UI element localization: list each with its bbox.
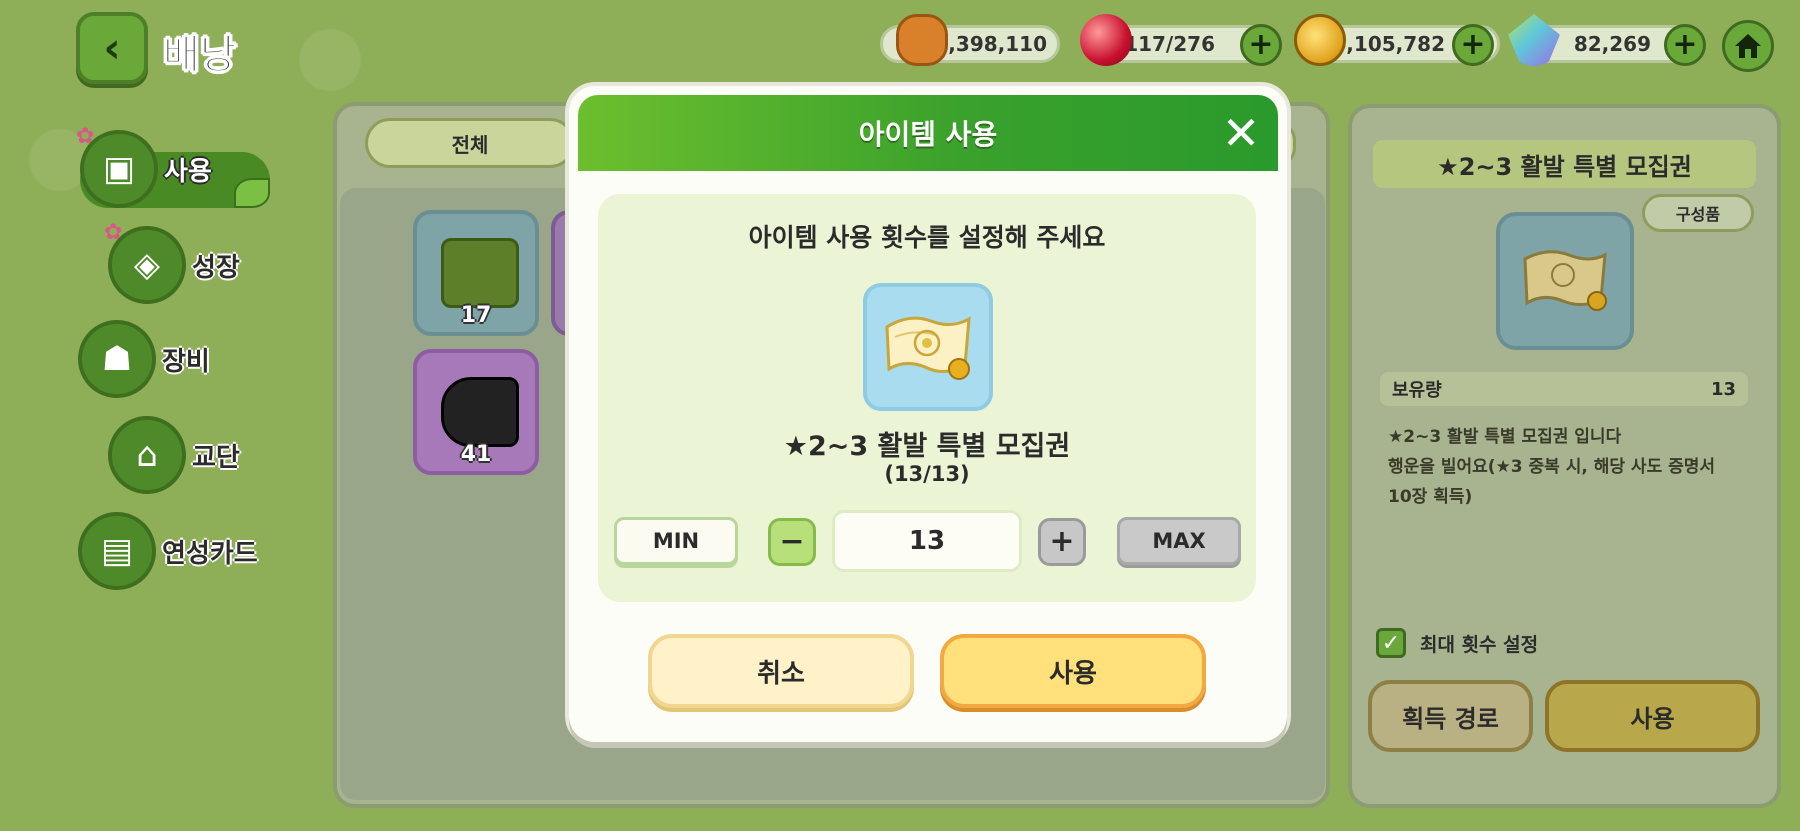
detail-use-button[interactable]: 사용 xyxy=(1545,680,1760,752)
cookie-icon xyxy=(896,14,948,66)
film-roll-icon xyxy=(441,377,519,447)
sidebar-item-temple[interactable]: ⌂ 교단 xyxy=(108,416,240,494)
sidebar-item-label: 사용 xyxy=(164,156,212,187)
crystal-plus-button[interactable]: + xyxy=(1664,24,1706,66)
flower-badge-icon: ✿ xyxy=(76,124,95,149)
chevron-left-icon: ‹ xyxy=(103,23,121,72)
sidebar-item-label: 장비 xyxy=(162,346,210,377)
quantity-label: 보유량 xyxy=(1392,380,1442,401)
equipment-icon: ☗ xyxy=(78,320,156,398)
description-line: 행운을 빌어요(★3 중복 시, 해당 사도 증명서 xyxy=(1388,457,1716,477)
gold-coin-icon xyxy=(1294,14,1346,66)
detail-item-image xyxy=(1496,212,1634,350)
acquisition-path-button[interactable]: 획득 경로 xyxy=(1368,680,1533,752)
description-line: 10장 획득) xyxy=(1388,487,1473,507)
coin-currency-value: 6,105,782 xyxy=(1332,32,1445,56)
max-count-checkbox[interactable]: ✓ 최대 횟수 설정 xyxy=(1376,628,1538,658)
max-button[interactable]: MAX xyxy=(1117,517,1241,565)
minus-icon: − xyxy=(779,524,805,559)
sidebar-item-label: 연성카드 xyxy=(162,538,258,569)
cookie-currency-value: 2,398,110 xyxy=(934,32,1047,56)
card-icon: ▤ xyxy=(78,512,156,590)
close-icon[interactable]: ✕ xyxy=(1216,108,1266,158)
compose-button[interactable]: 구성품 xyxy=(1642,194,1754,232)
max-count-label: 최대 횟수 설정 xyxy=(1420,633,1539,656)
min-button[interactable]: MIN xyxy=(614,517,738,565)
quantity-row: 보유량 13 xyxy=(1380,372,1748,406)
back-button[interactable]: ‹ xyxy=(76,12,148,84)
sidebar-item-label: 성장 xyxy=(192,252,240,283)
sidebar-item-growth[interactable]: ◈ 성장 xyxy=(108,226,240,304)
home-icon xyxy=(1735,34,1761,58)
item-count: 41 xyxy=(460,442,492,467)
green-ticket-icon xyxy=(441,238,519,308)
inventory-item[interactable]: 41 xyxy=(413,349,539,475)
quantity-value: 13 xyxy=(1710,378,1736,400)
checkmark-icon: ✓ xyxy=(1376,628,1406,658)
sidebar-item-label: 교단 xyxy=(192,442,240,473)
gem-plus-button[interactable]: + xyxy=(1240,24,1282,66)
quantity-input[interactable] xyxy=(832,510,1022,572)
plus-button[interactable]: + xyxy=(1038,518,1086,566)
plus-icon: + xyxy=(1049,524,1075,559)
item-count: 17 xyxy=(460,303,492,328)
sidebar-item-cards[interactable]: ▤ 연성카드 xyxy=(78,512,258,590)
leaf-icon xyxy=(234,178,270,208)
detail-title: ★2~3 활발 특별 모집권 xyxy=(1373,140,1756,188)
gem-currency-value: 117/276 xyxy=(1124,32,1215,56)
inventory-item[interactable]: 17 xyxy=(413,210,539,336)
inventory-item-partial xyxy=(551,210,569,336)
minus-button[interactable]: − xyxy=(768,518,816,566)
temple-icon: ⌂ xyxy=(108,416,186,494)
sidebar-item-equipment[interactable]: ☗ 장비 xyxy=(78,320,210,398)
use-button[interactable]: 사용 xyxy=(940,634,1206,708)
modal-header: 아이템 사용 xyxy=(578,95,1278,171)
description-line: ★2~3 활발 특별 모집권 입니다 xyxy=(1388,427,1622,447)
coin-plus-button[interactable]: + xyxy=(1452,24,1494,66)
crystal-currency-value: 82,269 xyxy=(1573,32,1651,56)
modal-title: 아이템 사용 xyxy=(858,118,998,151)
page-title: 배낭 xyxy=(163,32,238,79)
modal-item-count: (13/13) xyxy=(884,462,970,486)
modal-prompt: 아이템 사용 횟수를 설정해 주세요 xyxy=(748,223,1106,252)
home-button[interactable] xyxy=(1722,20,1774,72)
item-description: ★2~3 활발 특별 모집권 입니다 행운을 빌어요(★3 중복 시, 해당 사… xyxy=(1388,422,1748,512)
ticket-icon xyxy=(1523,250,1607,311)
modal-item-image xyxy=(863,283,993,411)
ticket-icon xyxy=(885,316,971,380)
modal-item-name: ★2~3 활발 특별 모집권 xyxy=(783,431,1071,462)
filter-tab-all[interactable]: 전체 xyxy=(365,118,575,168)
cancel-button[interactable]: 취소 xyxy=(648,634,914,708)
flower-badge-icon: ✿ xyxy=(104,220,123,245)
red-gem-icon xyxy=(1080,14,1132,66)
sidebar-item-use[interactable]: ▣ 사용 xyxy=(80,130,212,208)
